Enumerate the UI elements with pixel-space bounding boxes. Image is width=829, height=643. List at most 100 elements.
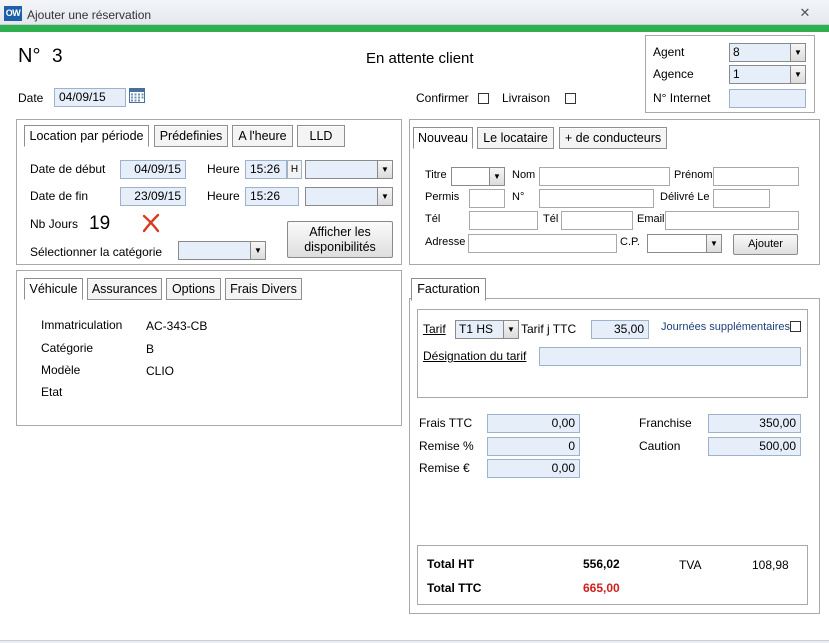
agence-value: 1 xyxy=(733,67,740,81)
prenom-field[interactable] xyxy=(713,167,799,186)
tarif-select[interactable]: T1 HS ▼ xyxy=(455,320,519,339)
cancel-x-icon[interactable] xyxy=(141,213,161,236)
categorie-value: B xyxy=(146,342,155,356)
agent-select[interactable]: 8 ▼ xyxy=(729,43,806,62)
ajouter-button[interactable]: Ajouter xyxy=(733,234,798,255)
date-label: Date xyxy=(18,91,44,105)
immatriculation-label: Immatriculation xyxy=(41,318,123,332)
total-ht-value: 556,02 xyxy=(583,557,620,571)
jours-sup-checkbox[interactable] xyxy=(790,321,801,332)
tel-label-2: Tél xyxy=(543,213,559,225)
tab-nouveau[interactable]: Nouveau xyxy=(413,127,473,149)
tab-options[interactable]: Options xyxy=(166,278,221,300)
tarif-j-field[interactable]: 35,00 xyxy=(591,320,649,339)
tab-frais-divers[interactable]: Frais Divers xyxy=(225,278,302,300)
tab-predefinies[interactable]: Prédefinies xyxy=(154,125,228,147)
chevron-down-icon: ▼ xyxy=(489,168,504,185)
email-field[interactable] xyxy=(665,211,799,230)
chevron-down-icon: ▼ xyxy=(377,188,392,205)
agence-label: Agence xyxy=(653,67,694,81)
close-icon[interactable]: ✕ xyxy=(798,6,812,20)
reservation-number-label: N° xyxy=(18,45,41,67)
end-time-field[interactable]: 15:26 xyxy=(245,187,299,206)
end-time-label: Heure xyxy=(207,189,240,203)
modele-label: Modèle xyxy=(41,363,81,377)
tarif-j-label: Tarif j TTC xyxy=(521,322,577,336)
etat-label: Etat xyxy=(41,385,63,399)
remise-pct-label: Remise % xyxy=(419,439,474,453)
frais-label: Frais TTC xyxy=(419,416,473,430)
total-ht-label: Total HT xyxy=(427,557,475,571)
delivre-field[interactable] xyxy=(713,189,770,208)
start-time-select[interactable]: ▼ xyxy=(305,160,393,179)
calendar-icon[interactable] xyxy=(129,88,145,106)
end-date-label: Date de fin xyxy=(30,189,89,203)
numero-permis-field[interactable] xyxy=(539,189,654,208)
category-label: Sélectionner la catégorie xyxy=(30,245,163,259)
designation-label: Désignation du tarif xyxy=(423,349,527,363)
date-field[interactable]: 04/09/15 xyxy=(54,88,126,107)
reservation-number: 3 xyxy=(52,46,63,67)
start-date-field[interactable]: 04/09/15 xyxy=(120,160,186,179)
window-title: Ajouter une réservation xyxy=(27,8,152,22)
cp-label: C.P. xyxy=(620,236,640,248)
delivre-label: Délivré Le xyxy=(660,191,710,203)
end-time-select[interactable]: ▼ xyxy=(305,187,393,206)
email-label: Email xyxy=(637,213,665,225)
jours-sup-label: Journées supplémentaires xyxy=(661,321,791,333)
agent-value: 8 xyxy=(733,45,740,59)
end-date-field[interactable]: 23/09/15 xyxy=(120,187,186,206)
tab-le-locataire[interactable]: Le locataire xyxy=(477,127,554,149)
tab-plus-conducteurs[interactable]: + de conducteurs xyxy=(559,127,667,149)
confirmer-checkbox[interactable] xyxy=(478,93,489,104)
start-time-label: Heure xyxy=(207,162,240,176)
modele-value: CLIO xyxy=(146,364,175,378)
tab-facturation[interactable]: Facturation xyxy=(411,278,486,301)
designation-field[interactable] xyxy=(539,347,801,366)
total-ttc-label: Total TTC xyxy=(427,581,482,595)
accent-bar xyxy=(0,25,829,32)
caution-field[interactable]: 500,00 xyxy=(708,437,801,456)
tab-vehicule[interactable]: Véhicule xyxy=(24,278,83,300)
reservation-status: En attente client xyxy=(366,50,474,67)
chevron-down-icon: ▼ xyxy=(377,161,392,178)
tva-value: 108,98 xyxy=(752,558,789,572)
adresse-field[interactable] xyxy=(468,234,617,253)
permis-label: Permis xyxy=(425,191,460,203)
agence-select[interactable]: 1 ▼ xyxy=(729,65,806,84)
tab-a-l-heure[interactable]: A l'heure xyxy=(232,125,293,147)
tel-field-2[interactable] xyxy=(561,211,633,230)
chevron-down-icon: ▼ xyxy=(790,44,805,61)
livraison-checkbox[interactable] xyxy=(565,93,576,104)
tab-lld[interactable]: LLD xyxy=(297,125,345,147)
permis-field[interactable] xyxy=(469,189,505,208)
start-time-field[interactable]: 15:26 xyxy=(245,160,287,179)
show-availability-button[interactable]: Afficher les disponibilités xyxy=(287,221,393,258)
tarif-value: T1 HS xyxy=(459,322,494,336)
remise-pct-field[interactable]: 0 xyxy=(487,437,580,456)
tel-field-1[interactable] xyxy=(469,211,538,230)
tab-location-periode[interactable]: Location par période xyxy=(24,125,149,147)
prenom-label: Prénom xyxy=(674,169,713,181)
frais-field[interactable]: 0,00 xyxy=(487,414,580,433)
immatriculation-value: AC-343-CB xyxy=(146,319,208,333)
caution-label: Caution xyxy=(639,439,681,453)
titre-select[interactable]: ▼ xyxy=(451,167,505,186)
chevron-down-icon: ▼ xyxy=(790,66,805,83)
chevron-down-icon: ▼ xyxy=(503,321,518,338)
internet-field[interactable] xyxy=(729,89,806,108)
category-select[interactable]: ▼ xyxy=(178,241,266,260)
chevron-down-icon: ▼ xyxy=(706,235,721,252)
nb-jours-label: Nb Jours xyxy=(30,217,79,231)
franchise-field[interactable]: 350,00 xyxy=(708,414,801,433)
cp-select[interactable]: ▼ xyxy=(647,234,722,253)
remise-eur-label: Remise € xyxy=(419,461,470,475)
categorie-label: Catégorie xyxy=(41,341,94,355)
remise-eur-field[interactable]: 0,00 xyxy=(487,459,580,478)
tab-assurances[interactable]: Assurances xyxy=(87,278,162,300)
tarif-label: Tarif xyxy=(423,322,446,336)
nom-field[interactable] xyxy=(539,167,670,186)
total-ttc-value: 665,00 xyxy=(583,581,620,595)
numero-label: N° xyxy=(512,191,525,203)
hour-button[interactable]: H xyxy=(287,160,302,179)
